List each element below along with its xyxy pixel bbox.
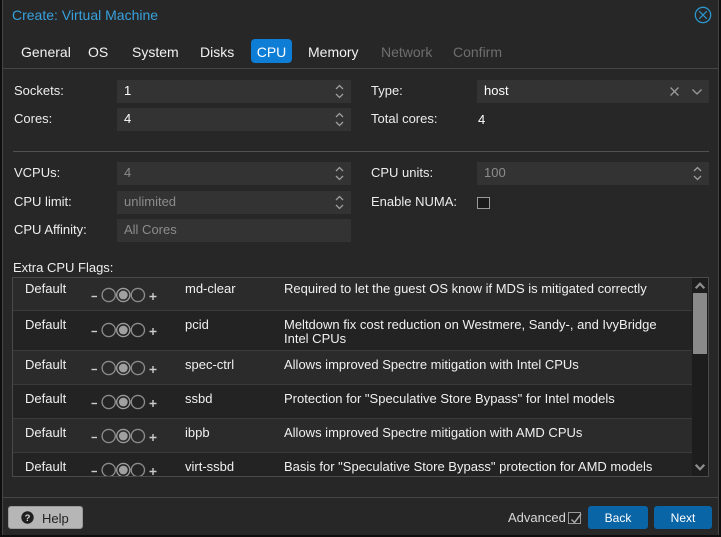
svg-text:?: ? [25,513,31,524]
